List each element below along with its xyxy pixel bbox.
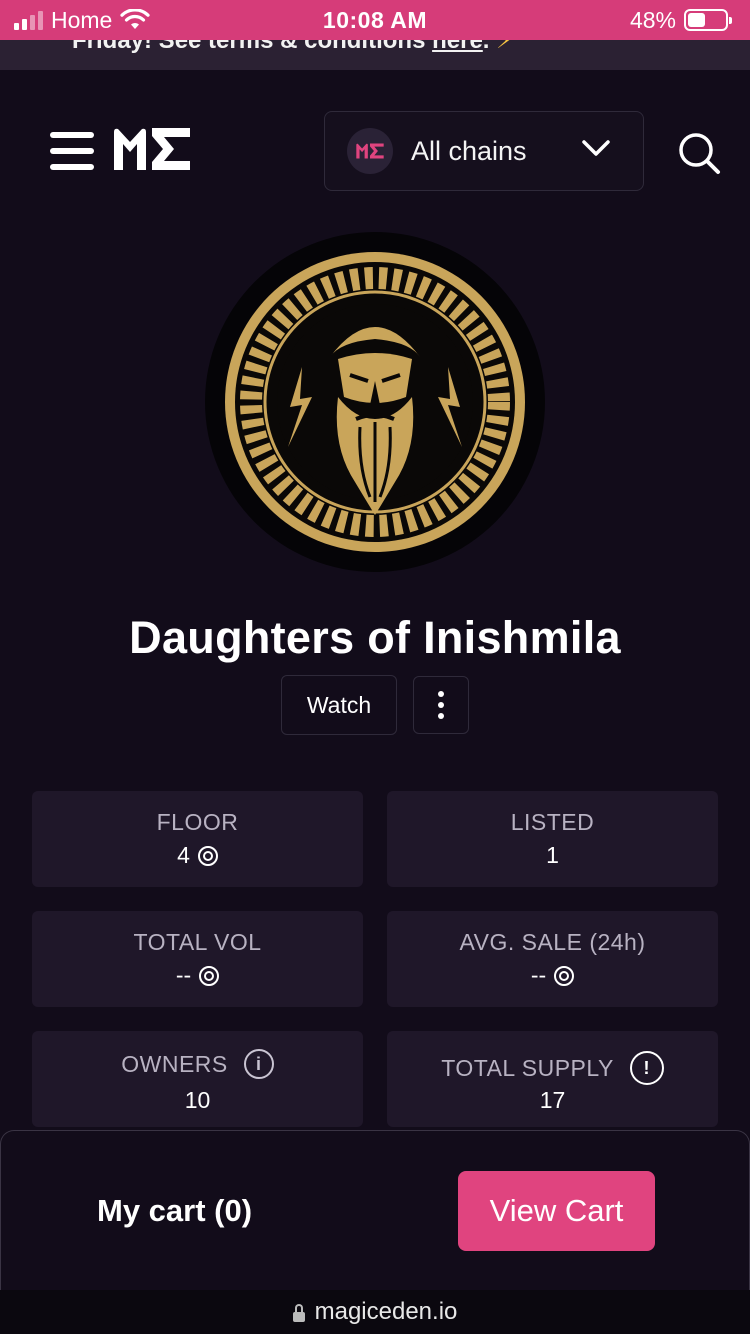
magic-eden-logo[interactable]	[110, 124, 194, 174]
promo-banner: Friday! See terms & conditions here. ⚡	[0, 40, 750, 70]
status-bar: Home 10:08 AM 48%	[0, 0, 750, 40]
battery-percent: 48%	[629, 6, 676, 33]
battery-fill	[688, 13, 706, 27]
cart-bar: My cart (0) View Cart	[0, 1130, 750, 1290]
stat-value: 4	[32, 842, 363, 869]
stat-label: AVG. SALE (24h)	[387, 929, 718, 956]
clock: 10:08 AM	[322, 6, 428, 33]
more-vertical-icon[interactable]	[413, 676, 469, 734]
chain-selector[interactable]: All chains	[324, 111, 644, 191]
search-icon[interactable]	[676, 130, 722, 176]
stat-label: FLOOR	[32, 809, 363, 836]
stat-label: OWNERS i	[32, 1049, 363, 1079]
site-header: All chains	[0, 70, 750, 230]
stat-label: LISTED	[387, 809, 718, 836]
view-cart-button[interactable]: View Cart	[458, 1171, 655, 1251]
stat-owners: OWNERS i 10	[32, 1031, 363, 1127]
stat-floor-label: FLOOR	[156, 809, 239, 835]
stat-total-supply: TOTAL SUPPLY! 17	[387, 1031, 718, 1127]
stat-avg-sale: AVG. SALE (24h) --	[387, 911, 718, 1007]
stat-total-vol-label: TOTAL VOL	[133, 929, 262, 955]
browser-url-bar[interactable]: magiceden.io	[0, 1290, 750, 1334]
url-text: magiceden.io	[314, 1298, 458, 1325]
promo-message: Friday! See terms & conditions	[72, 40, 426, 54]
stat-floor: FLOOR 4	[32, 791, 363, 887]
stat-total-supply-label: TOTAL SUPPLY	[441, 1054, 614, 1081]
stat-total-vol: TOTAL VOL --	[32, 911, 363, 1007]
promo-link[interactable]: here	[432, 40, 483, 54]
status-right: 48%	[629, 6, 732, 34]
stat-value: 1	[387, 842, 718, 869]
cart-label: My cart (0)	[97, 1193, 253, 1228]
sol-currency-icon	[199, 965, 220, 986]
promo-text: Friday! See terms & conditions here. ⚡	[72, 40, 513, 55]
chain-selector-label: All chains	[411, 135, 527, 166]
info-icon[interactable]: i	[243, 1049, 274, 1079]
stat-avg-sale-value: --	[530, 962, 547, 988]
stat-listed-value: 1	[546, 842, 559, 868]
lightning-icon: ⚡	[496, 40, 513, 54]
stat-listed: LISTED 1	[387, 791, 718, 887]
promo-suffix: .	[482, 40, 490, 54]
stat-listed-label: LISTED	[510, 809, 595, 835]
wifi-icon	[120, 9, 150, 29]
stat-label: TOTAL SUPPLY!	[387, 1051, 718, 1085]
stat-total-vol-value: --	[175, 962, 192, 988]
watch-button[interactable]: Watch	[281, 675, 397, 735]
carrier-label: Home	[51, 6, 113, 33]
stat-value: 10	[32, 1087, 363, 1114]
sol-currency-icon	[197, 845, 218, 866]
stat-label: TOTAL VOL	[32, 929, 363, 956]
sol-currency-icon	[554, 965, 575, 986]
status-left: Home	[14, 7, 150, 34]
stat-total-supply-value: 17	[539, 1087, 566, 1113]
stat-owners-label: OWNERS	[121, 1050, 228, 1077]
zeus-medallion-icon	[225, 252, 525, 552]
hamburger-icon[interactable]	[50, 132, 94, 170]
stat-floor-value: 4	[177, 842, 190, 868]
stat-value: --	[387, 962, 718, 989]
stat-owners-value: 10	[184, 1087, 211, 1113]
battery-icon	[684, 9, 732, 31]
stat-value: --	[32, 962, 363, 989]
alert-icon[interactable]: !	[629, 1051, 664, 1085]
signal-icon	[14, 10, 43, 30]
stat-value: 17	[387, 1087, 718, 1114]
chevron-down-icon	[582, 140, 610, 156]
collection-avatar	[205, 232, 545, 572]
lock-icon	[292, 1304, 305, 1322]
stat-avg-sale-label: AVG. SALE (24h)	[459, 929, 646, 955]
collection-title: Daughters of Inishmila	[129, 612, 621, 663]
chain-logo-icon	[347, 128, 393, 174]
